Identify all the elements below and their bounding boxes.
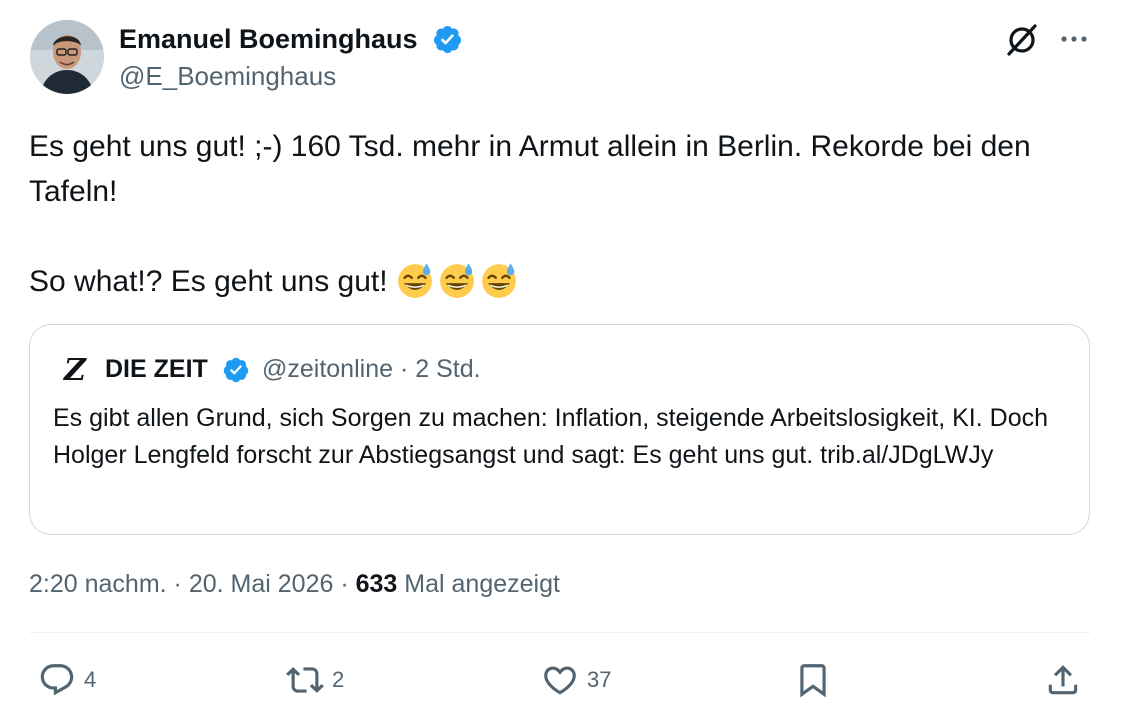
grinning-sweat-emoji-icon — [397, 263, 432, 298]
tweet-date[interactable]: 20. Mai 2026 — [189, 570, 334, 598]
reply-icon — [40, 664, 74, 696]
reply-button[interactable]: 4 — [38, 660, 96, 700]
verified-badge-icon[interactable] — [432, 24, 463, 55]
grok-icon[interactable] — [1004, 22, 1040, 58]
views-count: 633 — [355, 570, 398, 598]
tweet-text-line-1: Es geht uns gut! ;-) 160 Tsd. mehr in Ar… — [29, 130, 1031, 208]
retweet-icon — [286, 667, 324, 693]
like-button[interactable]: 37 — [541, 660, 611, 700]
quote-author-name: DIE ZEIT — [105, 355, 208, 383]
views-label: Mal angezeigt — [404, 570, 560, 598]
quote-time: 2 Std. — [415, 355, 481, 383]
quote-text: Es gibt allen Grund, sich Sorgen zu mach… — [53, 404, 1048, 469]
more-icon[interactable] — [1058, 28, 1090, 50]
meta-separator: · — [340, 570, 349, 598]
reply-count: 4 — [84, 667, 97, 692]
tweet-text-line-2: So what!? Es geht uns gut! — [29, 259, 1099, 304]
share-button[interactable] — [1044, 660, 1082, 700]
heart-icon — [544, 666, 576, 695]
grinning-sweat-emoji-icon — [439, 263, 474, 298]
quote-meta: @zeitonline · 2 Std. — [262, 353, 481, 385]
tweet: Emanuel Boeminghaus @E_Boeminghaus Es ge… — [0, 0, 1123, 714]
meta-separator: · — [173, 570, 182, 598]
bookmark-button[interactable] — [794, 660, 832, 700]
share-icon — [1048, 665, 1078, 695]
divider — [29, 632, 1091, 633]
tweet-meta: 2:20 nachm. · 20. Mai 2026 · 633 Mal ang… — [29, 567, 560, 601]
quoted-tweet[interactable]: Z DIE ZEIT @zeitonline · 2 Std. Es gibt … — [29, 324, 1090, 535]
grinning-sweat-emoji-icon — [481, 263, 516, 298]
author-name[interactable]: Emanuel Boeminghaus — [119, 22, 418, 56]
quote-handle: @zeitonline — [262, 355, 394, 383]
avatar[interactable] — [30, 20, 104, 94]
tweet-text-line-2-text: So what!? Es geht uns gut! — [29, 265, 388, 298]
quote-separator: · — [399, 355, 409, 383]
tweet-time[interactable]: 2:20 nachm. — [29, 570, 167, 598]
like-count: 37 — [587, 667, 612, 692]
verified-badge-icon — [223, 357, 249, 383]
tweet-text: Es geht uns gut! ;-) 160 Tsd. mehr in Ar… — [29, 124, 1099, 304]
svg-text:Z: Z — [63, 353, 87, 385]
bookmark-icon — [800, 664, 826, 698]
zeit-logo-icon: Z — [60, 353, 90, 385]
retweet-button[interactable]: 2 — [286, 660, 344, 700]
retweet-count: 2 — [332, 667, 345, 692]
author-handle[interactable]: @E_Boeminghaus — [119, 60, 336, 92]
emoji-row — [396, 261, 518, 299]
